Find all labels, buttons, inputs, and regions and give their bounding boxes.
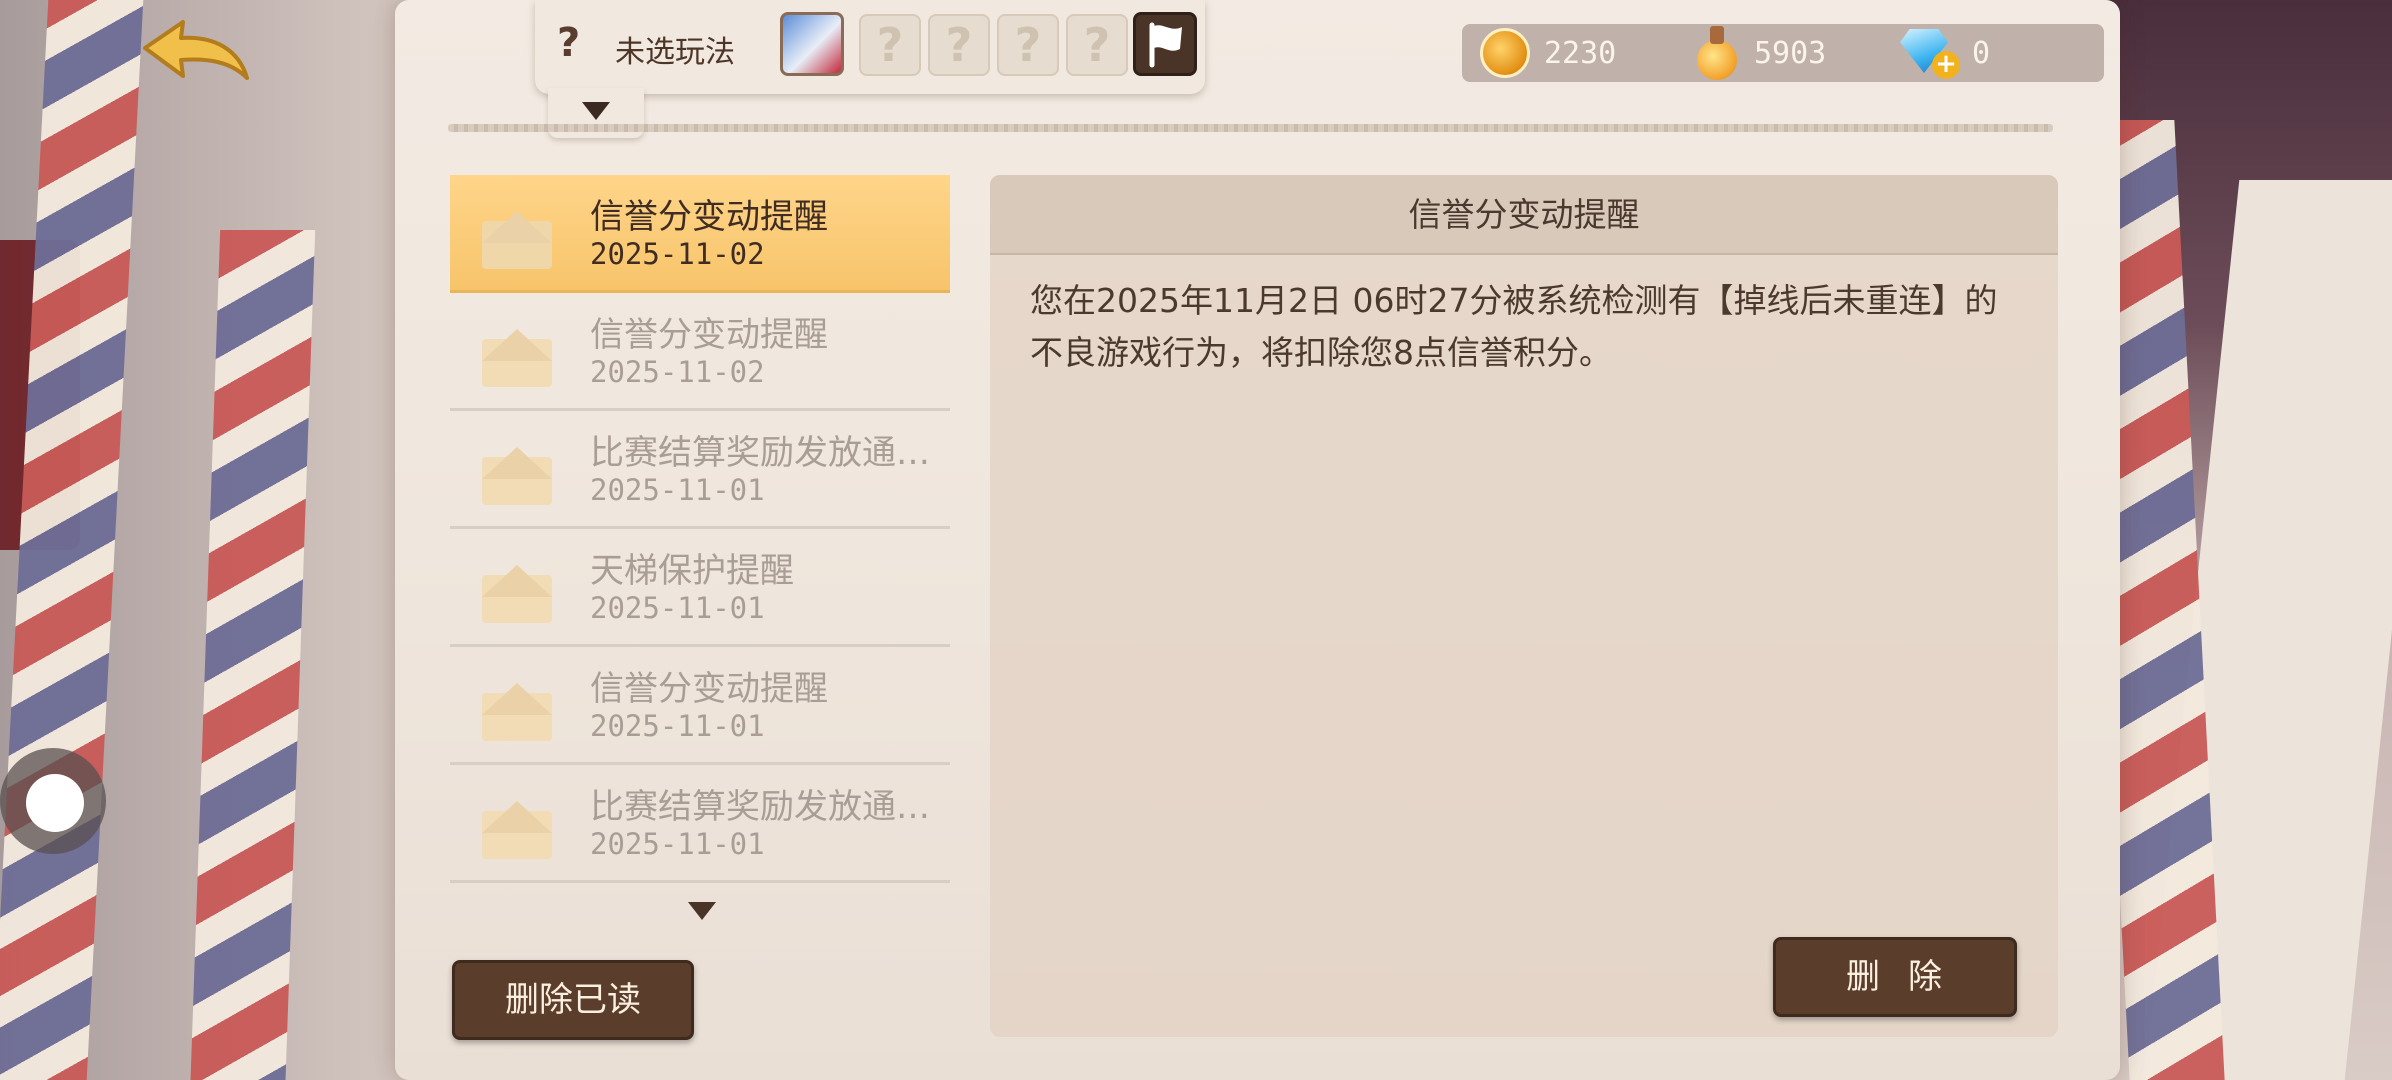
flag-icon [1149,22,1182,68]
empty-slot[interactable]: ? [997,14,1059,76]
mail-date: 2025-11-01 [590,827,765,861]
back-button[interactable] [135,18,255,96]
mail-title: 天梯保护提醒 [590,551,794,591]
gold-coin-icon [1480,28,1530,78]
envelope-icon [482,439,552,505]
potion-value: 5903 [1754,35,1827,71]
mail-detail-body: 您在2025年11月2日 06时27分被系统检测有【掉线后未重连】的不良游戏行为… [1030,281,1998,372]
empty-slot[interactable]: ? [859,14,921,76]
mail-item[interactable]: 天梯保护提醒 2025-11-01 [450,529,950,647]
diamond-currency[interactable]: + 0 [1898,24,1990,82]
scroll-down-icon[interactable] [688,902,716,920]
mail-item[interactable]: 比赛结算奖励发放通… 2025-11-01 [450,411,950,529]
mail-date: 2025-11-01 [590,473,765,507]
delete-button[interactable]: 删除 [1773,937,2017,1017]
mail-list[interactable]: 信誉分变动提醒 2025-11-02 信誉分变动提醒 2025-11-02 比赛… [450,175,950,885]
gold-currency: 2230 [1480,24,1616,82]
envelope-icon [482,203,552,269]
gold-value: 2230 [1544,35,1617,71]
mode-label[interactable]: 未选玩法 [615,27,735,71]
mail-title: 比赛结算奖励发放通… [590,433,930,473]
flag-slot[interactable] [1133,12,1197,76]
mail-detail: 信誉分变动提醒 您在2025年11月2日 06时27分被系统检测有【掉线后未重连… [990,175,2058,1037]
mail-item[interactable]: 比赛结算奖励发放通… 2025-11-01 [450,765,950,883]
mail-date: 2025-11-02 [590,355,765,389]
game-mode-bar[interactable]: ? 未选玩法 ? ? ? ? [535,0,1205,94]
chevron-down-icon [582,102,610,120]
envelope-icon [482,675,552,741]
envelope-icon [482,793,552,859]
hero-avatar-slot[interactable] [780,12,844,76]
mail-date: 2025-11-02 [590,237,765,271]
mail-item[interactable]: 信誉分变动提醒 2025-11-01 [450,647,950,765]
floating-assist-button[interactable] [0,748,106,854]
plus-icon: + [1932,51,1960,79]
potion-currency: 5903 [1694,24,1826,82]
potion-icon [1694,26,1740,80]
question-icon: ? [557,20,581,66]
mail-item[interactable]: 信誉分变动提醒 2025-11-02 [450,175,950,293]
mail-detail-title: 信誉分变动提醒 [990,175,2058,255]
delete-read-button[interactable]: 删除已读 [452,960,694,1040]
mail-item[interactable]: 信誉分变动提醒 2025-11-02 [450,293,950,411]
back-arrow-icon [143,20,249,80]
mail-title: 信誉分变动提醒 [590,197,828,237]
divider [448,124,2053,132]
mail-date: 2025-11-01 [590,709,765,743]
empty-slot[interactable]: ? [1066,14,1128,76]
empty-slot[interactable]: ? [928,14,990,76]
diamond-value: 0 [1972,35,1991,71]
diamond-plus-icon[interactable]: + [1898,27,1960,79]
mail-date: 2025-11-01 [590,591,765,625]
envelope-icon [482,557,552,623]
mail-title: 比赛结算奖励发放通… [590,787,930,827]
envelope-icon [482,321,552,387]
currency-bar: 2230 5903 + 0 [1462,24,2104,82]
mail-title: 信誉分变动提醒 [590,669,828,709]
mail-title: 信誉分变动提醒 [590,315,828,355]
